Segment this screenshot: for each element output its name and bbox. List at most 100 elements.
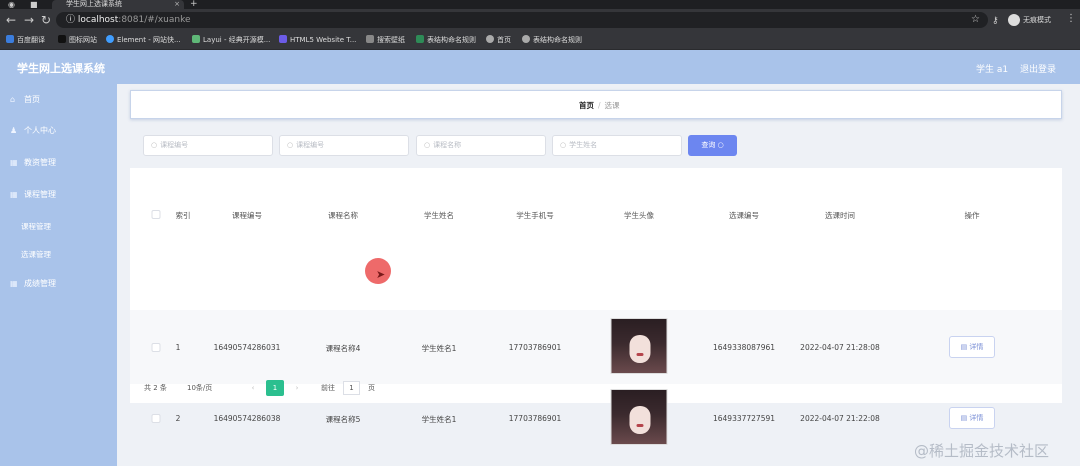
column-header: 学生姓名 (424, 211, 454, 220)
url-path: :8081/#/xuanke (118, 15, 191, 25)
cell-course-no: 16490574286038 (213, 414, 281, 423)
search-icon: ○ (151, 141, 158, 149)
bookmark-icon (366, 35, 374, 43)
tab-title: 学生网上选课系统 (66, 0, 122, 8)
bookmark-item[interactable]: 表结构命名规则 (416, 35, 476, 46)
sidebar-item-home[interactable]: ⌂ 首页 (10, 94, 40, 106)
page-unit-label: 页 (368, 384, 375, 392)
bookmarks-bar: 百度翻译 图标网站 Element - 网站快... Layui - 经典开源模… (0, 31, 1080, 50)
course-no-input-2[interactable]: ○ 课程编号 (279, 135, 409, 156)
column-header: 学生头像 (624, 211, 654, 220)
breadcrumb: 首页 / 选课 (579, 100, 620, 111)
column-header: 课程编号 (232, 211, 262, 220)
forward-icon[interactable]: → (24, 12, 34, 28)
select-all-checkbox[interactable] (151, 210, 161, 219)
page-number-current[interactable]: 1 (266, 380, 284, 396)
window-icon[interactable]: ■ (30, 0, 38, 9)
browser-menu-icon[interactable]: ◉ (8, 0, 15, 9)
more-menu-icon[interactable]: ⋮ (1066, 13, 1076, 24)
cell-select-time: 2022-04-07 21:28:08 (800, 343, 880, 352)
bookmark-icon (486, 35, 494, 43)
address-bar: ← → ↻ ⓘ localhost:8081/#/xuanke ☆ ⚷ 无痕模式… (0, 9, 1080, 31)
watermark: @稀土掘金技术社区 (914, 442, 1050, 460)
course-name-input[interactable]: ○ 课程名称 (416, 135, 546, 156)
sidebar-item-teaching[interactable]: ▦ 教资管理 (10, 157, 56, 169)
breadcrumb-card: 首页 / 选课 (130, 90, 1062, 119)
sidebar-subitem-selection-mgmt[interactable]: 选课管理 (21, 249, 51, 260)
close-icon[interactable]: × (174, 0, 180, 9)
bookmark-item[interactable]: 表结构命名规则 (522, 35, 582, 46)
grid-icon: ▦ (10, 158, 18, 167)
app-title: 学生网上选课系统 (17, 62, 105, 75)
sidebar: ⌂ 首页 ♟ 个人中心 ▦ 教资管理 ▦ 课程管理 课程管理 选课管理 ▦ 成绩管理 (0, 84, 117, 466)
sidebar-subitem-course-mgmt[interactable]: 课程管理 (21, 221, 51, 232)
goto-label: 前往 (321, 384, 335, 392)
bookmark-item[interactable]: Layui - 经典开源模... (192, 35, 270, 46)
search-icon: ○ (424, 141, 431, 149)
cursor-icon: ➤ (376, 268, 386, 281)
sidebar-item-courses[interactable]: ▦ 课程管理 (10, 189, 56, 201)
bookmark-item[interactable]: 搜索壁纸 (366, 35, 405, 46)
column-header: 选课编号 (729, 211, 759, 220)
user-icon: ♟ (10, 126, 18, 135)
cell-index: 2 (175, 414, 181, 423)
bookmark-icon (58, 35, 66, 43)
bookmark-icon (6, 35, 14, 43)
bookmark-item[interactable]: 图标网站 (58, 35, 97, 46)
bookmark-icon (279, 35, 287, 43)
row-checkbox[interactable] (151, 343, 161, 352)
bookmark-item[interactable]: 首页 (486, 35, 511, 46)
cell-select-no: 1649338087961 (712, 343, 776, 352)
column-header: 操作 (964, 211, 980, 220)
browser-tab[interactable]: 学生网上选课系统 × (52, 0, 184, 9)
next-page-button[interactable]: › (288, 380, 306, 396)
column-header: 学生手机号 (516, 211, 554, 220)
sidebar-item-grades[interactable]: ▦ 成绩管理 (10, 278, 56, 290)
row-checkbox[interactable] (151, 414, 161, 423)
sidebar-item-profile[interactable]: ♟ 个人中心 (10, 125, 56, 137)
cell-phone: 17703786901 (508, 343, 562, 352)
breadcrumb-home[interactable]: 首页 (579, 101, 594, 110)
cell-select-time: 2022-04-07 21:22:08 (800, 414, 880, 423)
bookmark-icon (192, 35, 200, 43)
detail-button[interactable]: ▤ 详情 (949, 336, 995, 358)
logout-link[interactable]: 退出登录 (1020, 62, 1056, 75)
reload-icon[interactable]: ↻ (41, 12, 51, 28)
student-avatar (610, 318, 668, 374)
prev-page-button[interactable]: ‹ (244, 380, 262, 396)
url-field[interactable]: ⓘ localhost:8081/#/xuanke ☆ (56, 12, 988, 28)
new-tab-icon[interactable]: + (190, 0, 198, 9)
breadcrumb-separator: / (598, 101, 601, 110)
cell-index: 1 (175, 343, 181, 352)
student-name-input[interactable]: ○ 学生姓名 (552, 135, 682, 156)
cell-course-name: 课程名称5 (325, 415, 361, 424)
search-icon: ○ (717, 141, 724, 149)
incognito-indicator[interactable]: 无痕模式 (1008, 14, 1051, 26)
grid-icon: ▦ (10, 279, 18, 288)
search-icon: ○ (560, 141, 567, 149)
bookmark-item[interactable]: 百度翻译 (6, 35, 45, 46)
course-no-input[interactable]: ○ 课程编号 (143, 135, 273, 156)
cell-select-no: 1649337727591 (712, 414, 776, 423)
cell-phone: 17703786901 (508, 414, 562, 423)
bookmark-icon (106, 35, 114, 43)
page-size-select[interactable]: 10条/页 (187, 380, 212, 396)
search-button[interactable]: 查询 ○ (688, 135, 737, 156)
url-host: localhost (77, 15, 119, 25)
grid-icon: ▦ (10, 190, 18, 199)
star-icon[interactable]: ☆ (971, 12, 980, 28)
bookmark-item[interactable]: HTML5 Website T... (279, 35, 356, 46)
column-header: 选课时间 (825, 211, 855, 220)
info-icon: ⓘ (66, 15, 78, 25)
bookmark-icon (416, 35, 424, 43)
browser-tab-bar: ◉ ■ 学生网上选课系统 × + (0, 0, 1080, 9)
pagination-total: 共 2 条 (144, 384, 167, 392)
cell-course-no: 16490574286031 (213, 343, 281, 352)
search-icon: ○ (287, 141, 294, 149)
key-icon[interactable]: ⚷ (992, 13, 999, 29)
bookmark-item[interactable]: Element - 网站快... (106, 35, 181, 46)
detail-button[interactable]: ▤ 详情 (949, 407, 995, 429)
incognito-icon (1008, 14, 1020, 26)
back-icon[interactable]: ← (6, 12, 16, 28)
goto-page-input[interactable]: 1 (343, 381, 360, 395)
